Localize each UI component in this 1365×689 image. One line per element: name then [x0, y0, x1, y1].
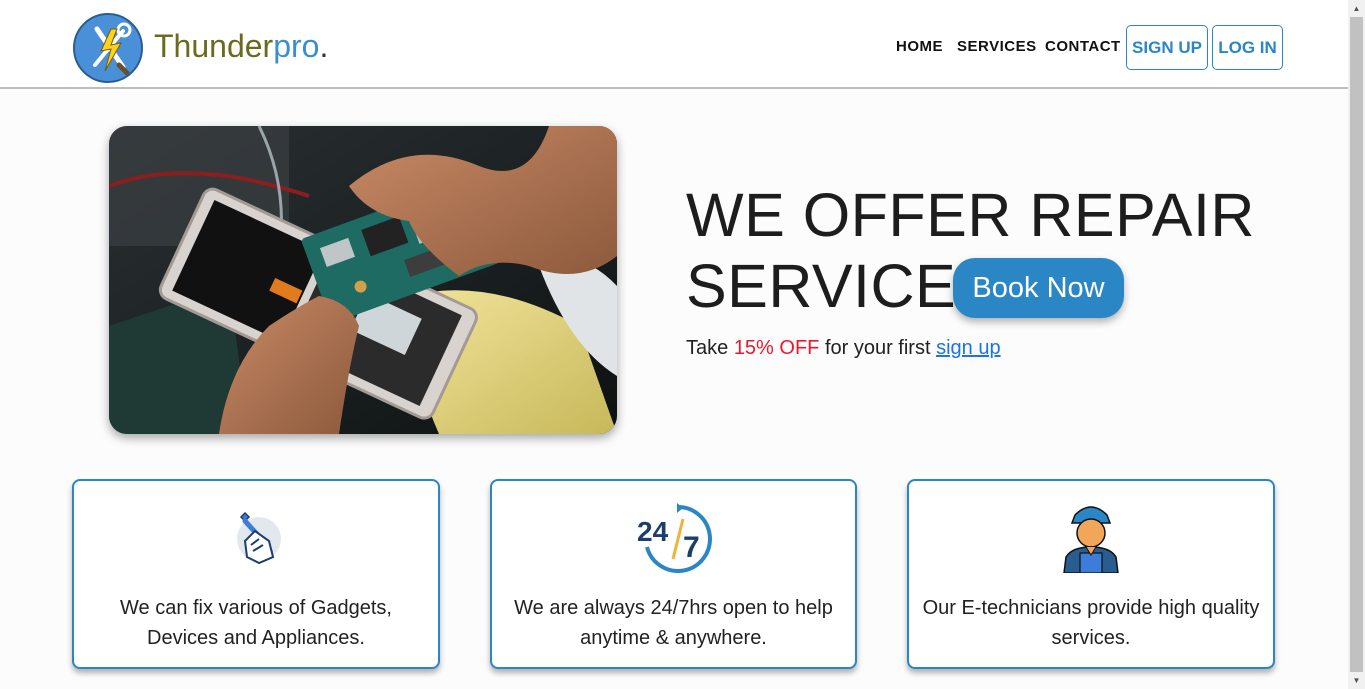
nav-services-link[interactable]: SERVICES: [957, 38, 1037, 56]
feature-card-24-7: 24 7 We are always 24/7hrs open to help …: [490, 479, 857, 669]
feature-card-gadgets: We can fix various of Gadgets, Devices a…: [72, 479, 440, 669]
brand-name-part2: pro: [273, 28, 320, 64]
technician-icon: [1050, 501, 1132, 574]
brand-name-part1: Thunder: [154, 28, 274, 64]
navbar: Thunderpro. HOME SERVICES CONTACT SIGN U…: [0, 0, 1348, 89]
sign-up-button[interactable]: SIGN UP: [1126, 25, 1208, 70]
brand-name-dot: .: [319, 28, 329, 64]
log-in-button[interactable]: LOG IN: [1212, 25, 1283, 70]
vertical-scrollbar[interactable]: ▲ ▼: [1348, 0, 1365, 689]
hero-headline-line1: WE OFFER REPAIR: [686, 181, 1255, 249]
nav-contact-link[interactable]: CONTACT: [1045, 38, 1121, 56]
scroll-up-icon[interactable]: ▲: [1348, 0, 1365, 17]
offer-prefix: Take: [686, 337, 734, 359]
nav-home-link[interactable]: HOME: [896, 38, 943, 56]
book-now-button[interactable]: Book Now: [953, 258, 1124, 318]
feature-text-24-7: We are always 24/7hrs open to help anyti…: [514, 597, 833, 649]
svg-text:24: 24: [637, 516, 669, 547]
offer-text: Take 15% OFF for your first sign up: [686, 336, 1001, 360]
24-7-icon: 24 7: [633, 501, 715, 573]
scroll-down-icon[interactable]: ▼: [1348, 672, 1365, 689]
svg-text:7: 7: [683, 531, 700, 564]
sign-up-link[interactable]: sign up: [936, 337, 1001, 359]
offer-highlight: 15% OFF: [733, 337, 820, 359]
lightning-tools-icon[interactable]: [73, 13, 143, 83]
feature-card-technicians: Our E-technicians provide high quality s…: [907, 479, 1275, 669]
offer-middle: for your first: [819, 337, 937, 359]
wrench-hand-icon: [215, 501, 297, 573]
feature-text-technicians: Our E-technicians provide high quality s…: [922, 597, 1260, 649]
hero-repair-image: [109, 126, 617, 434]
brand-name[interactable]: Thunderpro.: [154, 27, 328, 65]
scrollbar-thumb[interactable]: [1350, 17, 1363, 672]
feature-text-gadgets: We can fix various of Gadgets, Devices a…: [120, 597, 392, 649]
